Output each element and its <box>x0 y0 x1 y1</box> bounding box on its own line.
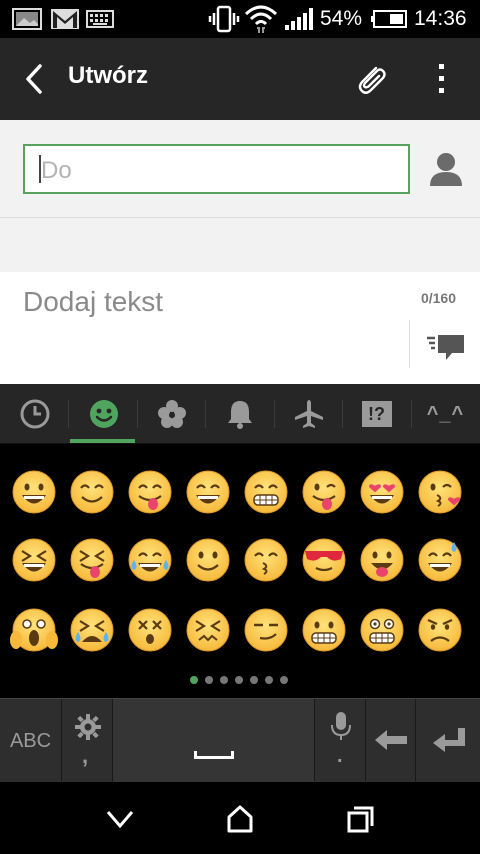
emoji-smiling[interactable] <box>70 470 114 514</box>
microphone-icon <box>331 712 351 740</box>
home-icon[interactable] <box>222 802 258 836</box>
send-message-icon[interactable] <box>426 332 466 364</box>
abc-key-label: ABC <box>9 729 52 752</box>
emoji-dizzy-face[interactable] <box>128 608 172 652</box>
emoji-canvas <box>10 470 462 652</box>
emoji-smirk[interactable] <box>244 608 288 652</box>
keyboard-bottom-row: ABC , . <box>0 698 480 783</box>
keyboard-icon <box>86 0 114 38</box>
emoji-angry[interactable] <box>418 608 462 652</box>
page-dot <box>265 676 273 684</box>
comma-sublabel: , <box>82 743 89 768</box>
enter-icon <box>433 728 465 752</box>
clock: 14:36 <box>414 7 467 30</box>
flower-icon[interactable] <box>137 384 206 444</box>
gmail-icon <box>50 0 80 38</box>
period-sublabel: . <box>337 745 343 767</box>
recipient-section: Do <box>0 120 480 218</box>
emoji-smile[interactable] <box>186 470 230 514</box>
status-bar: 54% 14:36 <box>0 0 480 38</box>
back-arrow-icon[interactable] <box>18 60 54 98</box>
emoji-winking-tongue[interactable] <box>302 470 346 514</box>
signal-icon <box>284 0 314 38</box>
message-compose[interactable]: Dodaj tekst 0/160 <box>0 272 480 384</box>
mic-key[interactable]: . <box>315 699 366 783</box>
char-counter: 0/160 <box>420 290 456 306</box>
smiley-icon[interactable] <box>69 384 138 444</box>
symbols-icon[interactable]: !? <box>342 384 411 444</box>
emoji-page-indicator <box>190 676 288 686</box>
emoticon-text-label: ^_^ <box>426 402 465 425</box>
page-dot <box>250 676 258 684</box>
recipient-placeholder: Do <box>41 157 72 184</box>
overflow-menu-icon[interactable] <box>426 58 458 100</box>
settings-key[interactable]: , <box>62 699 113 783</box>
gallery-notification-icon <box>12 0 42 38</box>
page-dot <box>205 676 213 684</box>
airplane-icon[interactable] <box>274 384 343 444</box>
space-key[interactable] <box>113 699 315 783</box>
emoji-yum[interactable] <box>128 470 172 514</box>
emoji-squinting-tongue[interactable] <box>70 538 114 582</box>
page-dot <box>235 676 243 684</box>
emoji-crying-loudly[interactable] <box>70 608 114 652</box>
recents-icon[interactable] <box>342 802 378 836</box>
paperclip-icon[interactable] <box>352 60 390 98</box>
action-bar: Utwórz <box>0 38 480 120</box>
battery-percent: 54% <box>320 7 363 30</box>
page-dot <box>220 676 228 684</box>
symbols-label: !? <box>361 401 392 427</box>
emoji-grinning[interactable] <box>12 470 56 514</box>
space-icon <box>194 751 234 759</box>
contact-person-icon[interactable] <box>428 150 464 190</box>
emoji-sweat-smile[interactable] <box>418 538 462 582</box>
emoji-stuck-out-tongue[interactable] <box>360 538 404 582</box>
divider-band <box>0 218 480 272</box>
wifi-icon <box>244 0 278 38</box>
emoji-grid <box>0 444 480 696</box>
enter-key[interactable] <box>416 699 480 783</box>
emoji-grimace-teeth[interactable] <box>302 608 346 652</box>
emoji-scream[interactable] <box>10 608 58 652</box>
battery-icon <box>370 0 408 38</box>
abc-key[interactable]: ABC <box>0 699 62 783</box>
emoji-heart-eyes[interactable] <box>360 470 404 514</box>
emoji-grimacing[interactable] <box>244 470 288 514</box>
backspace-key[interactable] <box>366 699 416 783</box>
emoji-category-bar: !? ^_^ <box>0 384 480 444</box>
emoji-kissing-closed-eyes[interactable] <box>244 538 288 582</box>
send-divider <box>409 320 410 368</box>
recent-icon[interactable] <box>0 384 69 444</box>
emoji-kissing-heart[interactable] <box>418 470 462 514</box>
page-dot <box>190 676 198 684</box>
emoji-relaxed[interactable] <box>186 538 230 582</box>
emoji-confounded[interactable] <box>186 608 230 652</box>
emoji-joy[interactable] <box>128 538 172 582</box>
backspace-icon <box>375 730 407 750</box>
emoticon-text-icon[interactable]: ^_^ <box>411 384 480 444</box>
emoji-laughing[interactable] <box>12 538 56 582</box>
back-chevron-icon[interactable] <box>102 802 138 836</box>
selected-category-indicator <box>70 439 135 443</box>
gear-icon <box>75 714 101 740</box>
recipient-input[interactable]: Do <box>23 144 410 194</box>
emoji-fearful-grimace[interactable] <box>360 608 404 652</box>
bell-icon[interactable] <box>205 384 274 444</box>
emoji-sunglasses[interactable] <box>302 538 346 582</box>
page-title: Utwórz <box>68 62 148 89</box>
message-placeholder: Dodaj tekst <box>23 286 164 317</box>
page-dot <box>280 676 288 684</box>
navigation-bar <box>0 782 480 854</box>
vibrate-icon <box>208 0 240 38</box>
